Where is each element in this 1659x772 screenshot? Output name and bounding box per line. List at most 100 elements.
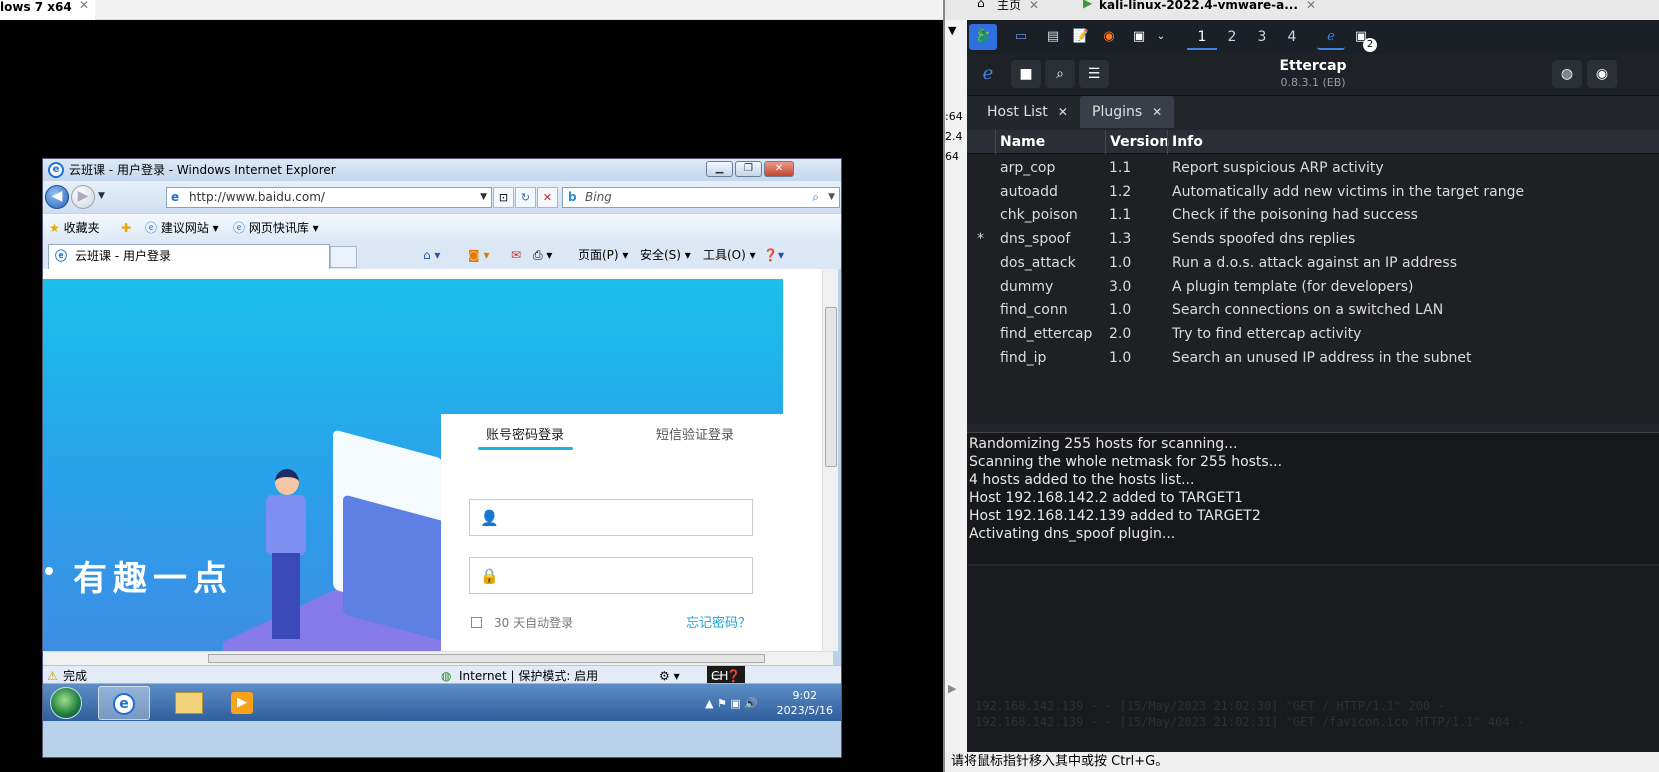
checkbox-box[interactable]	[471, 617, 482, 628]
plugins-table[interactable]: Name Version Info arp_cop 1.1 Report suspi…	[967, 130, 1659, 424]
rss-icon[interactable]: ◙ ▾	[468, 241, 489, 269]
address-input[interactable]: e http://www.baidu.com/ ▼	[166, 187, 492, 208]
vm-tab-home[interactable]: ⌂ 主页 ✕	[973, 0, 1039, 20]
help-icon[interactable]: ❓▾	[763, 241, 784, 269]
tab-host-list[interactable]: Host List ✕	[975, 96, 1080, 128]
scroll-thumb[interactable]	[208, 654, 765, 663]
close-icon[interactable]: ✕	[1058, 105, 1068, 119]
workspace-4[interactable]: 4	[1277, 24, 1307, 50]
table-row[interactable]: chk_poison 1.1 Check if the poisoning had …	[967, 203, 1659, 227]
column-info[interactable]: Info	[1167, 130, 1659, 154]
suggested-sites-button[interactable]: ⓔ 建议网站 ▾	[145, 214, 219, 242]
chevron-down-icon[interactable]: ⌄	[1147, 24, 1175, 50]
favorites-button[interactable]: ★ 收藏夹	[49, 214, 100, 242]
tab-login[interactable]: ⓔ 云班课 - 用户登录	[48, 244, 330, 269]
remember-me-checkbox[interactable]: 30 天自动登录	[471, 614, 573, 631]
column-version[interactable]: Version	[1105, 130, 1169, 154]
firefox-icon[interactable]: ◉	[1095, 24, 1123, 50]
username-field[interactable]: 👤	[469, 499, 753, 536]
page-menu[interactable]: 页面(P) ▾	[578, 241, 628, 269]
search-icon[interactable]: ⌕	[812, 188, 819, 207]
ettercap-task-icon[interactable]: ℯ	[1317, 24, 1345, 50]
new-tab-button[interactable]	[330, 246, 357, 268]
ie-titlebar[interactable]: e 云班课 - 用户登录 - Windows Internet Explorer…	[43, 159, 841, 181]
mitm-menu-button[interactable]: ◍	[1552, 60, 1582, 88]
close-icon[interactable]: ✕	[1152, 105, 1162, 119]
clock-time[interactable]: 9:02	[777, 688, 833, 703]
add-favorite-icon[interactable]: ✚	[121, 214, 131, 242]
table-row[interactable]: * dns_spoof 1.3 Sends spoofed dns replies	[967, 227, 1659, 251]
vertical-scrollbar[interactable]	[822, 269, 838, 651]
table-row[interactable]: autoadd 1.2 Automatically add new victims …	[967, 180, 1659, 204]
chevron-right-icon[interactable]: ▶	[948, 682, 956, 695]
forgot-password-link[interactable]: 忘记密码？	[686, 612, 751, 631]
workspace-3[interactable]: 3	[1247, 24, 1277, 50]
horizontal-scrollbar[interactable]	[43, 651, 833, 665]
hosts-menu-button[interactable]: ☰	[1079, 60, 1109, 88]
compat-view-icon[interactable]: ⊡	[493, 187, 514, 208]
mail-icon[interactable]: ✉	[511, 241, 521, 269]
history-dropdown-icon[interactable]: ▼	[98, 191, 105, 201]
plugin-info: Check if the poisoning had success	[1172, 207, 1418, 224]
scroll-thumb[interactable]	[825, 307, 837, 467]
column-name[interactable]: Name	[995, 130, 1105, 154]
search-button[interactable]: ⌕	[1045, 60, 1075, 88]
vm-tab-windows[interactable]: lows 7 x64 ✕	[0, 0, 95, 20]
back-button[interactable]: ◀	[45, 185, 69, 209]
tab-account-login[interactable]: 账号密码登录	[486, 424, 564, 443]
taskbar-ie[interactable]: e	[98, 686, 150, 720]
page-viewport[interactable]: 有趣一点 账号密码登录 短信验证登录 👤 🔒 30 天自动登录 忘记密码？	[43, 269, 833, 651]
refresh-icon[interactable]: ↻	[515, 187, 536, 208]
taskbar-explorer[interactable]	[163, 686, 215, 720]
taskbar-media[interactable]: ▶	[221, 686, 273, 720]
home-icon[interactable]: ⌂ ▾	[423, 241, 440, 269]
close-icon[interactable]: ✕	[1306, 0, 1316, 12]
ie-window[interactable]: e 云班课 - 用户登录 - Windows Internet Explorer…	[42, 158, 842, 758]
safety-menu[interactable]: 安全(S) ▾	[640, 241, 691, 269]
forward-button[interactable]: ▶	[71, 185, 95, 209]
desktop: lows 7 x64 ✕ e 云班课 - 用户登录 - Windows Inte…	[0, 0, 1659, 772]
kali-menu-icon[interactable]: 🐉	[969, 24, 997, 50]
close-button[interactable]: ✕	[764, 161, 794, 177]
carousel-dot[interactable]	[45, 567, 53, 575]
vm-tab-kali[interactable]: ▶ kali-linux-2022.4-vmware-a... ✕	[1075, 0, 1316, 20]
ettercap-window[interactable]: ℯ Ettercap 0.8.3.1 (EB) ■ ⌕ ☰ ◍ ◉ Host L…	[967, 54, 1659, 752]
close-icon[interactable]: ✕	[1029, 0, 1039, 12]
workspace-1[interactable]: 1	[1187, 24, 1217, 50]
terminal-group-icon[interactable]: ▣ 2	[1347, 24, 1377, 52]
stop-sniffing-button[interactable]: ■	[1011, 60, 1041, 88]
tray-icons[interactable]: ▲ ⚑ ▣ 🔊	[705, 696, 758, 711]
desktop-icon[interactable]: ▭	[1007, 24, 1035, 50]
table-row[interactable]: arp_cop 1.1 Report suspicious ARP activity	[967, 156, 1659, 180]
home-icon: ⌂	[977, 0, 985, 10]
clock-date[interactable]: 2023/5/16	[777, 703, 833, 718]
kali-vm-view[interactable]: ⌂ 主页 ✕ ▶ kali-linux-2022.4-vmware-a... ✕ ▼…	[945, 0, 1659, 772]
options-menu-button[interactable]: ◉	[1587, 60, 1617, 88]
minimize-button[interactable]: ▁	[706, 161, 733, 177]
ettercap-tabs: Host List ✕ Plugins ✕	[967, 96, 1659, 128]
file-manager-icon[interactable]: ▤	[1039, 24, 1067, 50]
text-editor-icon[interactable]: 📝	[1067, 24, 1095, 50]
start-button[interactable]	[50, 687, 82, 719]
web-slice-gallery-button[interactable]: ⓔ 网页快讯库 ▾	[233, 214, 319, 242]
table-row[interactable]: dos_attack 1.0 Run a d.o.s. attack against…	[967, 251, 1659, 275]
windows-vm-view[interactable]: lows 7 x64 ✕ e 云班课 - 用户登录 - Windows Inte…	[0, 0, 945, 772]
tab-sms-login[interactable]: 短信验证登录	[656, 424, 734, 443]
print-icon[interactable]: ⎙ ▾	[533, 241, 552, 269]
search-input[interactable]: b Bing ⌕ ▼	[562, 187, 840, 208]
workspace-2[interactable]: 2	[1217, 24, 1247, 50]
maximize-button[interactable]: ❐	[735, 161, 762, 177]
table-row[interactable]: find_ettercap 2.0 Try to find ettercap act…	[967, 322, 1659, 346]
table-row[interactable]: find_ip 1.0 Search an unused IP address in…	[967, 346, 1659, 370]
tab-plugins[interactable]: Plugins ✕	[1080, 96, 1175, 128]
table-row[interactable]: dummy 3.0 A plugin template (for developer…	[967, 275, 1659, 299]
table-row[interactable]: find_conn 1.0 Search connections on a swit…	[967, 298, 1659, 322]
close-icon[interactable]: ✕	[79, 0, 89, 12]
password-field[interactable]: 🔒	[469, 557, 753, 594]
chevron-down-icon[interactable]: ▼	[480, 188, 487, 207]
stop-icon[interactable]: ✕	[537, 187, 558, 208]
tools-menu[interactable]: 工具(O) ▾	[703, 241, 756, 269]
chevron-down-icon[interactable]: ▼	[828, 188, 835, 207]
chevron-down-icon[interactable]: ▼	[948, 24, 956, 37]
vm-tabbar: ⌂ 主页 ✕ ▶ kali-linux-2022.4-vmware-a... ✕	[945, 0, 1659, 20]
